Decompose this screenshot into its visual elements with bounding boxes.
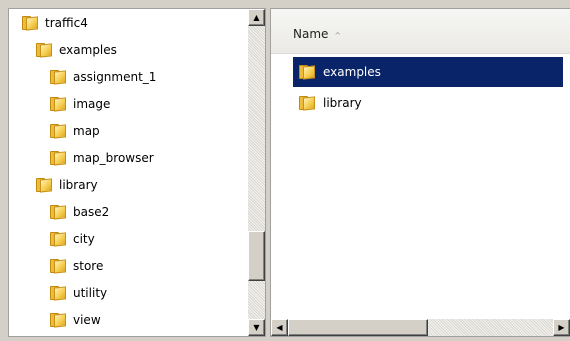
tree-item-traffic4[interactable]: traffic4 [22,10,88,36]
folder-icon [50,70,66,85]
tree-item-city[interactable]: city [50,226,95,252]
folder-icon [22,16,38,31]
folder-icon [50,97,66,112]
file-list-pane[interactable]: Name ^ examples library ◀ ▶ [270,8,570,337]
tree-item-label: examples [59,43,117,57]
tree-item-label: utility [73,286,108,300]
folder-icon [50,205,66,220]
folder-tree-pane[interactable]: traffic4 examples assignment_1 image map… [8,8,266,337]
scroll-thumb[interactable] [248,231,265,281]
folder-icon [50,151,66,166]
folder-icon [299,65,315,80]
list-item-label: examples [323,65,381,79]
tree-vertical-scrollbar[interactable]: ▲ ▼ [248,9,265,336]
folder-icon [299,96,315,111]
tree-item-base2[interactable]: base2 [50,199,109,225]
tree-item-label: view [73,313,101,327]
folder-icon [50,313,66,328]
folder-icon [36,178,52,193]
scroll-up-button[interactable]: ▲ [248,9,265,26]
folder-icon [36,43,52,58]
list-header: Name ^ [271,9,570,54]
tree-item-image[interactable]: image [50,91,110,117]
list-item-examples[interactable]: examples [293,57,563,87]
tree-item-label: traffic4 [45,16,88,30]
tree-item-label: image [73,97,111,111]
column-header-label: Name [293,27,329,41]
folder-icon [50,286,66,301]
scroll-thumb[interactable] [288,319,428,336]
list-horizontal-scrollbar[interactable]: ◀ ▶ [271,319,570,336]
tree-item-label: city [73,232,95,246]
tree-item-utility[interactable]: utility [50,280,107,306]
folder-tree: traffic4 examples assignment_1 image map… [9,9,248,336]
folder-icon [50,232,66,247]
tree-item-label: library [59,178,98,192]
tree-item-examples[interactable]: examples [36,37,117,63]
folder-icon [50,124,66,139]
tree-item-store[interactable]: store [50,253,103,279]
tree-item-map[interactable]: map [50,118,100,144]
tree-item-label: base2 [73,205,110,219]
tree-item-label: store [73,259,104,273]
tree-item-label: map_browser [73,151,154,165]
tree-item-assignment_1[interactable]: assignment_1 [50,64,156,90]
folder-icon [50,259,66,274]
list-item-label: library [323,96,362,110]
name-column-header[interactable]: Name ^ [293,27,341,41]
scroll-right-button[interactable]: ▶ [553,319,570,336]
scroll-down-button[interactable]: ▼ [248,319,265,336]
tree-item-label: map [73,124,100,138]
tree-item-label: assignment_1 [73,70,157,84]
tree-item-view[interactable]: view [50,307,101,333]
tree-item-map_browser[interactable]: map_browser [50,145,154,171]
sort-ascending-icon: ^ [334,31,342,40]
tree-item-library[interactable]: library [36,172,98,198]
scroll-left-button[interactable]: ◀ [271,319,288,336]
list-item-library[interactable]: library [293,88,563,118]
